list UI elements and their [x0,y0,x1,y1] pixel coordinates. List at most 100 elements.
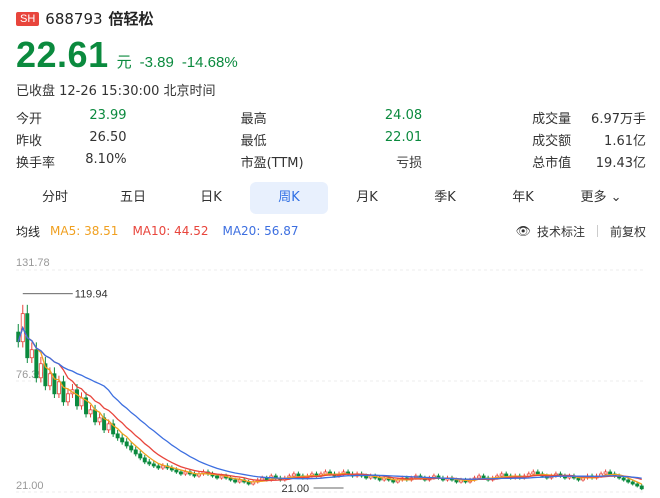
annotation-toggle[interactable]: 技术标注 [537,223,585,240]
candle-body [29,349,34,359]
candle-body [120,437,125,443]
adjust-toggle[interactable]: 前复权 [610,223,646,240]
stat-value: 8.10% [85,151,127,167]
tab-more[interactable]: 更多 ⌄ [562,182,640,214]
stat-label: 最高 [240,111,267,127]
eye-icon[interactable]: 👁 [516,224,531,238]
candle-body [639,485,644,490]
ma10-line [17,325,642,482]
tab-quarterly-k[interactable]: 季K [406,182,484,214]
candle-body [147,461,152,465]
ma-legend: 均线 MA5: 38.51 MA10: 44.52 MA20: 56.87 👁 … [16,222,646,240]
candle-body [499,473,504,477]
max-label: 119.94 [75,289,108,301]
tab-intraday[interactable]: 分时 [16,182,94,214]
candle-body [75,389,79,407]
candle-body [160,465,165,469]
candle-body [88,409,93,415]
candle-body [291,473,296,477]
stat-value: 6.97万手 [591,111,646,127]
candle-body [264,477,269,481]
candle-body [151,463,156,467]
stat-label: 成交量 [532,111,572,127]
candle-body [124,441,129,447]
divider [596,225,598,237]
stat-value: 24.08 [384,107,423,123]
stock-code: 688793 [45,9,103,28]
candle-body [183,471,188,475]
candle-body [129,445,134,451]
chevron-down-icon: ⌄ [606,190,622,205]
candle-body [97,417,102,423]
ma10-value: MA10: 44.52 [132,224,209,238]
candle-body [133,449,138,455]
ma5-value: MA5: 38.51 [50,224,119,238]
candle-body [38,363,43,379]
min-label: 21.00 [282,483,310,495]
stat-label: 昨收 [16,133,43,149]
chart-tools: 👁 技术标注 前复权 [516,223,646,240]
candle-body [47,373,52,387]
candle-body [626,479,631,483]
candle-body [635,483,640,487]
stat-value: 23.99 [89,107,127,123]
tab-weekly-k[interactable]: 周K [250,182,328,214]
candle-body [93,409,98,423]
y-tick-label: 131.78 [16,257,50,269]
candle-body [477,475,482,479]
stats-row: 今开 23.99 最高 24.08 成交量 6.97万手 [16,106,646,128]
candle-body [56,381,61,395]
ma5-line [17,325,643,485]
period-tabs: 分时 五日 日K 周K 月K 季K 年K 更多 ⌄ [16,180,646,216]
exchange-badge: SH [16,11,40,26]
ma20-line [17,325,642,480]
stock-name: 倍轻松 [108,10,154,28]
quote-time: 已收盘 12-26 15:30:00 北京时间 [16,84,216,99]
candle-body [219,475,224,479]
stat-value: 19.43亿 [595,155,646,171]
candle-body [215,475,220,479]
candle-body [603,471,608,475]
stats-grid: 今开 23.99 最高 24.08 成交量 6.97万手 昨收 26.50 最低 22.0… [16,106,646,172]
price-change: -3.89 [139,54,174,71]
y-tick-label: 21.00 [16,480,44,492]
candle-body [138,453,143,459]
stat-label: 最低 [240,133,267,149]
ma20-value: MA20: 56.87 [222,224,299,238]
stat-label: 市盈(TTM) [240,155,304,171]
candle-body [233,479,238,483]
stat-value: 22.01 [384,129,423,145]
candle-body [504,473,509,477]
candle-body [296,473,301,477]
tab-yearly-k[interactable]: 年K [484,182,562,214]
candle-body [106,423,111,431]
stats-row: 换手率 8.10% 市盈(TTM) 亏损 总市值 19.43亿 [16,150,646,172]
stock-header: SH 688793 倍轻松 [16,8,154,29]
tab-daily-k[interactable]: 日K [172,182,250,214]
stat-label: 成交额 [532,133,572,149]
stat-value: 1.61亿 [604,133,646,149]
candle-body [156,465,161,469]
candle-body [237,479,242,483]
price-row: 22.61 元 -3.89 -14.68% [16,34,238,76]
tab-monthly-k[interactable]: 月K [328,182,406,214]
candle-body [621,477,626,481]
stat-value: 26.50 [89,129,127,145]
candle-body [142,457,147,463]
candle-body [174,469,179,473]
candle-body [630,481,635,485]
stats-row: 昨收 26.50 最低 22.01 成交额 1.61亿 [16,128,646,150]
candle-body [535,471,540,475]
candlestick-chart[interactable]: 131.7876.3921.00119.9421.00 [0,248,660,498]
stat-label: 今开 [16,111,43,127]
stat-value: 亏损 [396,155,423,171]
price-change-pct: -14.68% [181,54,238,71]
stat-label: 换手率 [16,155,56,171]
tab-five-day[interactable]: 五日 [94,182,172,214]
ma-label: 均线 [16,224,41,239]
candle-body [115,433,120,439]
candle-body [65,393,70,403]
price-unit: 元 [116,53,132,71]
current-price: 22.61 [16,34,109,75]
candle-body [481,475,486,479]
